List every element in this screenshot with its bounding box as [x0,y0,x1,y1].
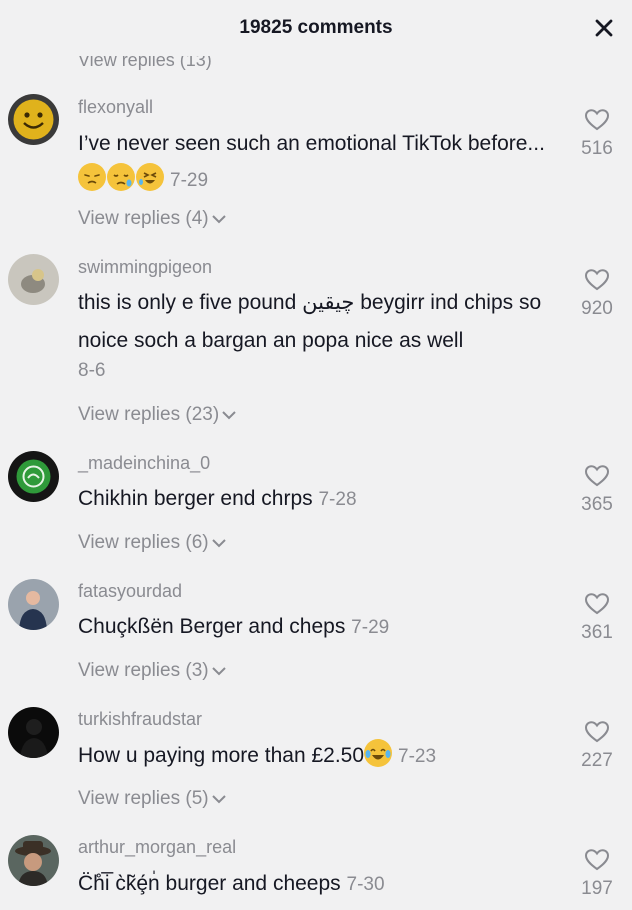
heart-icon [584,849,610,871]
dark-avatar-icon [8,707,59,758]
comment-username[interactable]: turkishfraudstar [78,709,202,730]
view-replies-link[interactable]: View replies (3) [78,660,228,682]
view-replies-link[interactable]: View replies (6) [78,532,228,554]
comment-date: 7-28 [318,489,357,510]
smiley-avatar-icon [8,94,59,145]
avatar[interactable] [8,579,59,630]
comment-username[interactable]: swimmingpigeon [78,257,212,278]
heart-icon [584,269,610,291]
close-icon [595,19,613,37]
comment-text: C̈h̊i̅ c̀k̃ȩ́n̍ burger and cheeps [78,872,341,895]
view-replies-link[interactable]: View replies (23) [78,404,238,426]
avatar[interactable] [8,707,59,758]
comment-username[interactable]: _madeinchina_0 [78,453,210,474]
like-count: 920 [581,298,613,319]
sleepy-face-emoji [107,163,135,191]
view-replies-label: View replies (23) [78,404,220,425]
avatar[interactable] [8,451,59,502]
like-count: 197 [581,878,613,899]
green-badge-avatar-icon [8,451,59,502]
comment-text-block: How u paying more than £2.50 7-23 [78,738,578,775]
comment-date: 7-29 [351,617,390,638]
comment-username[interactable]: arthur_morgan_real [78,837,236,858]
like-button[interactable]: 227 [574,720,620,772]
like-button[interactable]: 516 [574,108,620,160]
like-count: 227 [581,750,613,771]
comment-text: Chikhin berger end chrps [78,487,313,510]
comment-text: Chuçkßën Berger and cheps [78,615,346,638]
view-replies-label: View replies (3) [78,660,209,681]
avatar[interactable] [8,835,59,886]
comment-date: 8-6 [78,360,106,381]
comment-text-block: C̈h̊i̅ c̀k̃ȩ́n̍ burger and cheeps 7-30 [78,866,578,903]
chevron-down-icon [211,667,226,676]
heart-icon [584,465,610,487]
view-replies-link[interactable]: View replies (4) [78,208,228,230]
comment-date: 7-23 [398,746,437,767]
view-replies-label: View replies (5) [78,788,209,809]
close-button[interactable] [590,14,618,42]
comment-text: How u paying more than £2.50 [78,744,365,767]
comment-username[interactable]: fatasyourdad [78,581,182,602]
like-button[interactable]: 920 [574,268,620,320]
comment-text-block: Chikhin berger end chrps 7-28 [78,481,578,518]
avatar[interactable] [8,94,59,145]
chevron-down-icon [211,795,226,804]
rofl-emoji [136,163,164,191]
comment-date: 7-29 [170,170,209,191]
comment-text-block: Chuçkßën Berger and cheps 7-29 [78,609,578,646]
comment-date: 7-30 [346,874,385,895]
cowboy-avatar-icon [8,835,59,886]
like-button[interactable]: 197 [574,848,620,900]
comment-arabic-text: چیقین [302,291,355,314]
chevron-down-icon [211,539,226,548]
pensive-face-emoji [78,163,106,191]
comment-text-part-1: this is only e five pound [78,291,297,314]
comments-header: 19825 comments [0,0,632,56]
view-replies-link[interactable]: View replies (5) [78,788,228,810]
heart-icon [584,593,610,615]
chevron-down-icon [211,215,226,224]
comments-count-title: 19825 comments [239,17,393,38]
chevron-down-icon [222,411,236,420]
tears-of-joy-emoji [364,739,393,767]
heart-icon [584,109,610,131]
comment-text-block: this is only e five pound چیقین beygirr … [78,284,578,360]
view-replies-label: View replies (4) [78,208,209,229]
like-count: 365 [581,494,613,515]
like-button[interactable]: 361 [574,592,620,644]
heart-icon [584,721,610,743]
comment-text-block: I’ve never seen such an emotional TikTok… [78,126,578,199]
like-count: 516 [581,138,613,159]
like-button[interactable]: 365 [574,464,620,516]
comment-username[interactable]: flexonyall [78,97,153,118]
comment-text: I’ve never seen such an emotional TikTok… [78,132,545,155]
view-replies-label: View replies (6) [78,532,209,553]
man-avatar-icon [8,579,59,630]
pigeon-avatar-icon [8,254,59,305]
like-count: 361 [581,622,613,643]
avatar[interactable] [8,254,59,305]
